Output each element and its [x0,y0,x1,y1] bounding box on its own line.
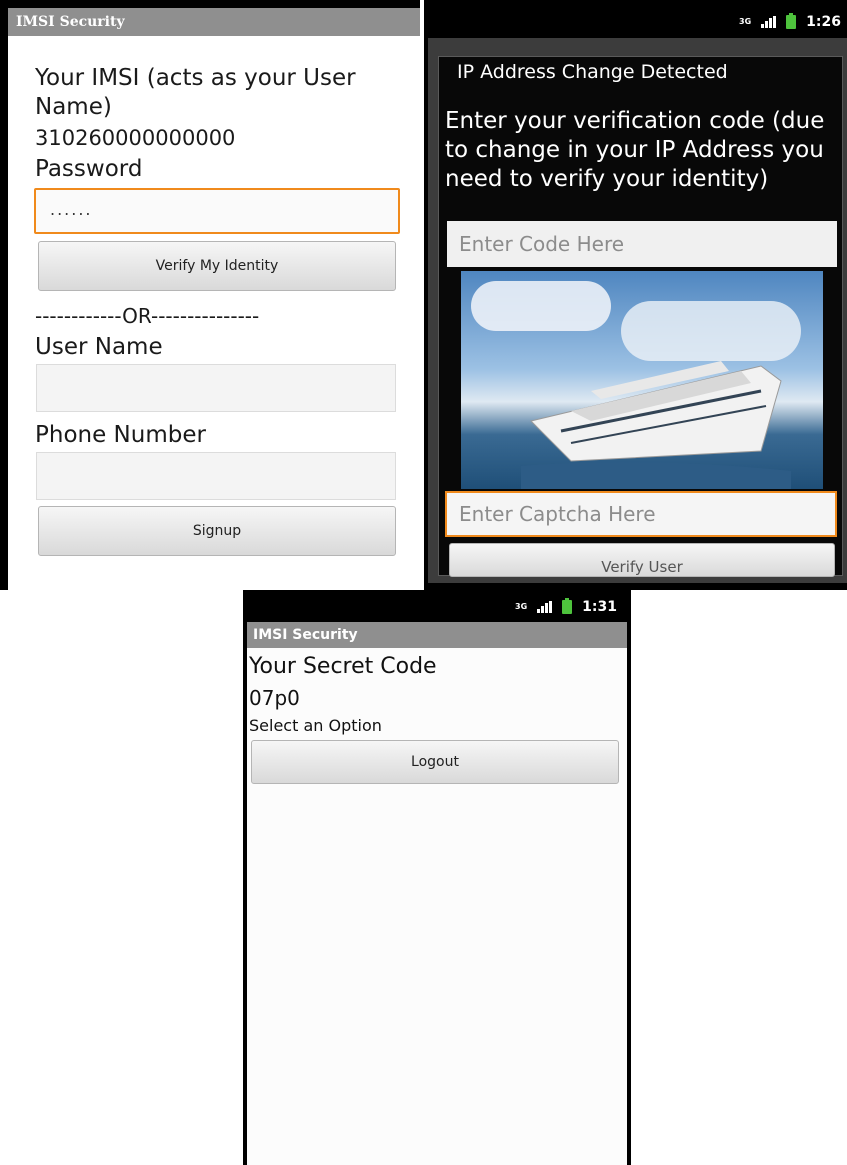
dialog-title: IP Address Change Detected [457,61,728,83]
password-label: Password [35,156,143,182]
network-3g-icon: 3G [515,602,528,611]
secret-content: Your Secret Code 07p0 Select an Option L… [247,648,627,1165]
status-icons: 3G 1:26 [739,13,841,30]
secret-code-value: 07p0 [249,686,300,710]
cruise-ship-icon [521,361,791,489]
app-title-bar: IMSI Security [8,8,420,36]
username-label: User Name [35,334,163,360]
status-time: 1:31 [582,599,617,615]
phone-label: Phone Number [35,422,206,448]
dialog-message: Enter your verification code (due to cha… [445,108,825,192]
phone-field[interactable] [36,452,396,500]
status-bar: 3G 1:31 [243,590,631,622]
select-option-label: Select an Option [249,716,382,735]
verify-user-button[interactable]: Verify User [449,543,835,577]
imsi-value: 310260000000000 [35,126,236,150]
login-screen: IMSI Security Your IMSI (acts as your Us… [0,0,420,590]
battery-icon [786,13,797,29]
password-field[interactable]: ...... [34,188,400,234]
captcha-input[interactable]: Enter Captcha Here [445,491,837,537]
app-title-bar: IMSI Security [247,622,627,648]
or-separator: ------------OR--------------- [35,304,260,328]
logout-button[interactable]: Logout [251,740,619,784]
imsi-label: Your IMSI (acts as your User Name) [35,65,356,120]
username-field[interactable] [36,364,396,412]
signal-icon [537,601,553,613]
signal-icon [761,16,777,28]
network-3g-icon: 3G [739,17,752,26]
ip-change-screen: 3G 1:26 IP Address Change Detected Enter… [424,0,847,590]
verify-identity-button[interactable]: Verify My Identity [38,241,396,291]
battery-icon [562,598,573,614]
secret-code-label: Your Secret Code [249,654,437,679]
ip-change-dialog: IP Address Change Detected Enter your ve… [438,56,843,577]
secret-code-screen: 3G 1:31 IMSI Security Your Secret Code 0… [243,590,631,1165]
signup-button[interactable]: Signup [38,506,396,556]
status-bar: 3G 1:26 [424,8,847,38]
captcha-image [461,271,823,489]
status-time: 1:26 [806,14,841,30]
login-content: Your IMSI (acts as your User Name) 31026… [8,36,420,590]
status-icons: 3G 1:31 [515,598,617,615]
verification-code-input[interactable]: Enter Code Here [447,221,837,267]
